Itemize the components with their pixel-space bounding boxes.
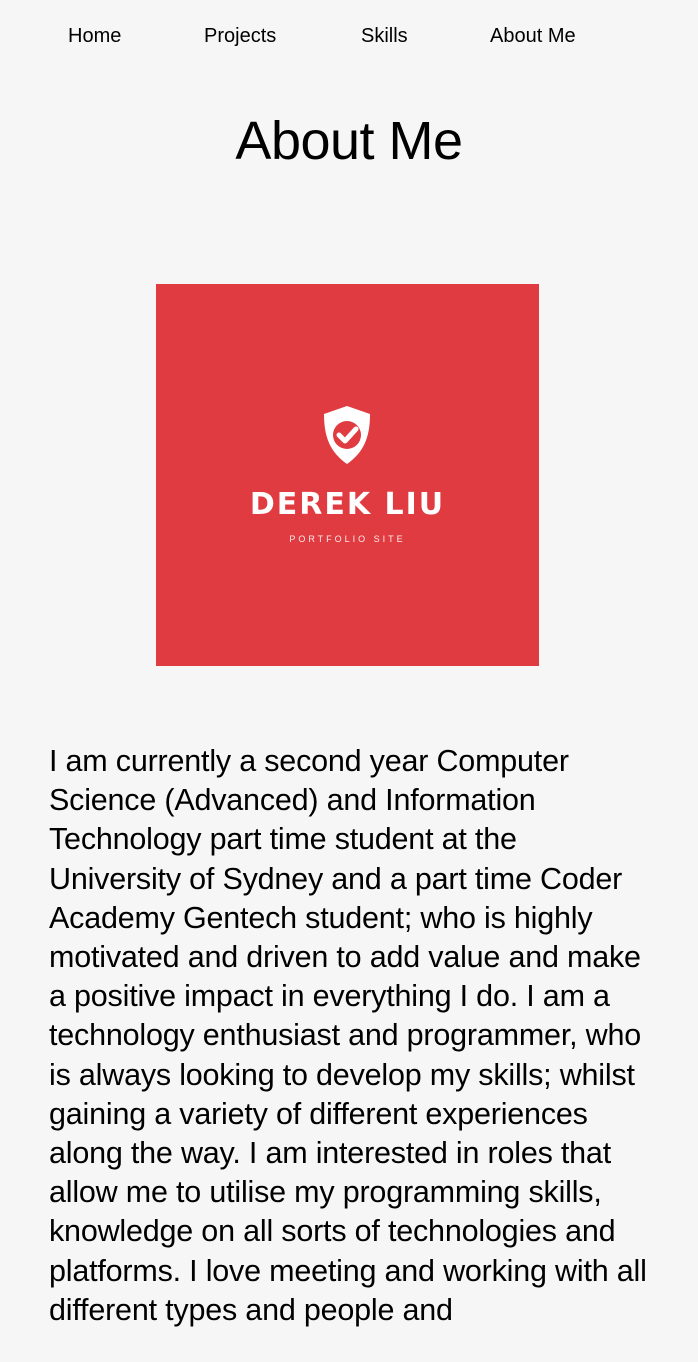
- nav-link-home[interactable]: Home: [68, 22, 121, 50]
- nav-link-about-me[interactable]: About Me: [490, 22, 576, 50]
- about-me-page: Home Projects Skills About Me About Me D…: [0, 0, 698, 1362]
- page-title: About Me: [235, 111, 463, 171]
- logo-subtitle: PORTFOLIO SITE: [289, 534, 406, 544]
- nav-link-skills[interactable]: Skills: [361, 22, 408, 50]
- logo-name: DEREK LIU: [249, 487, 446, 522]
- top-navigation: Home Projects Skills About Me: [0, 0, 698, 72]
- nav-link-projects[interactable]: Projects: [204, 22, 276, 50]
- bio-paragraph: I am currently a second year Computer Sc…: [49, 744, 647, 1327]
- shield-check-icon: [324, 406, 370, 464]
- portfolio-logo: DEREK LIU PORTFOLIO SITE: [156, 284, 539, 666]
